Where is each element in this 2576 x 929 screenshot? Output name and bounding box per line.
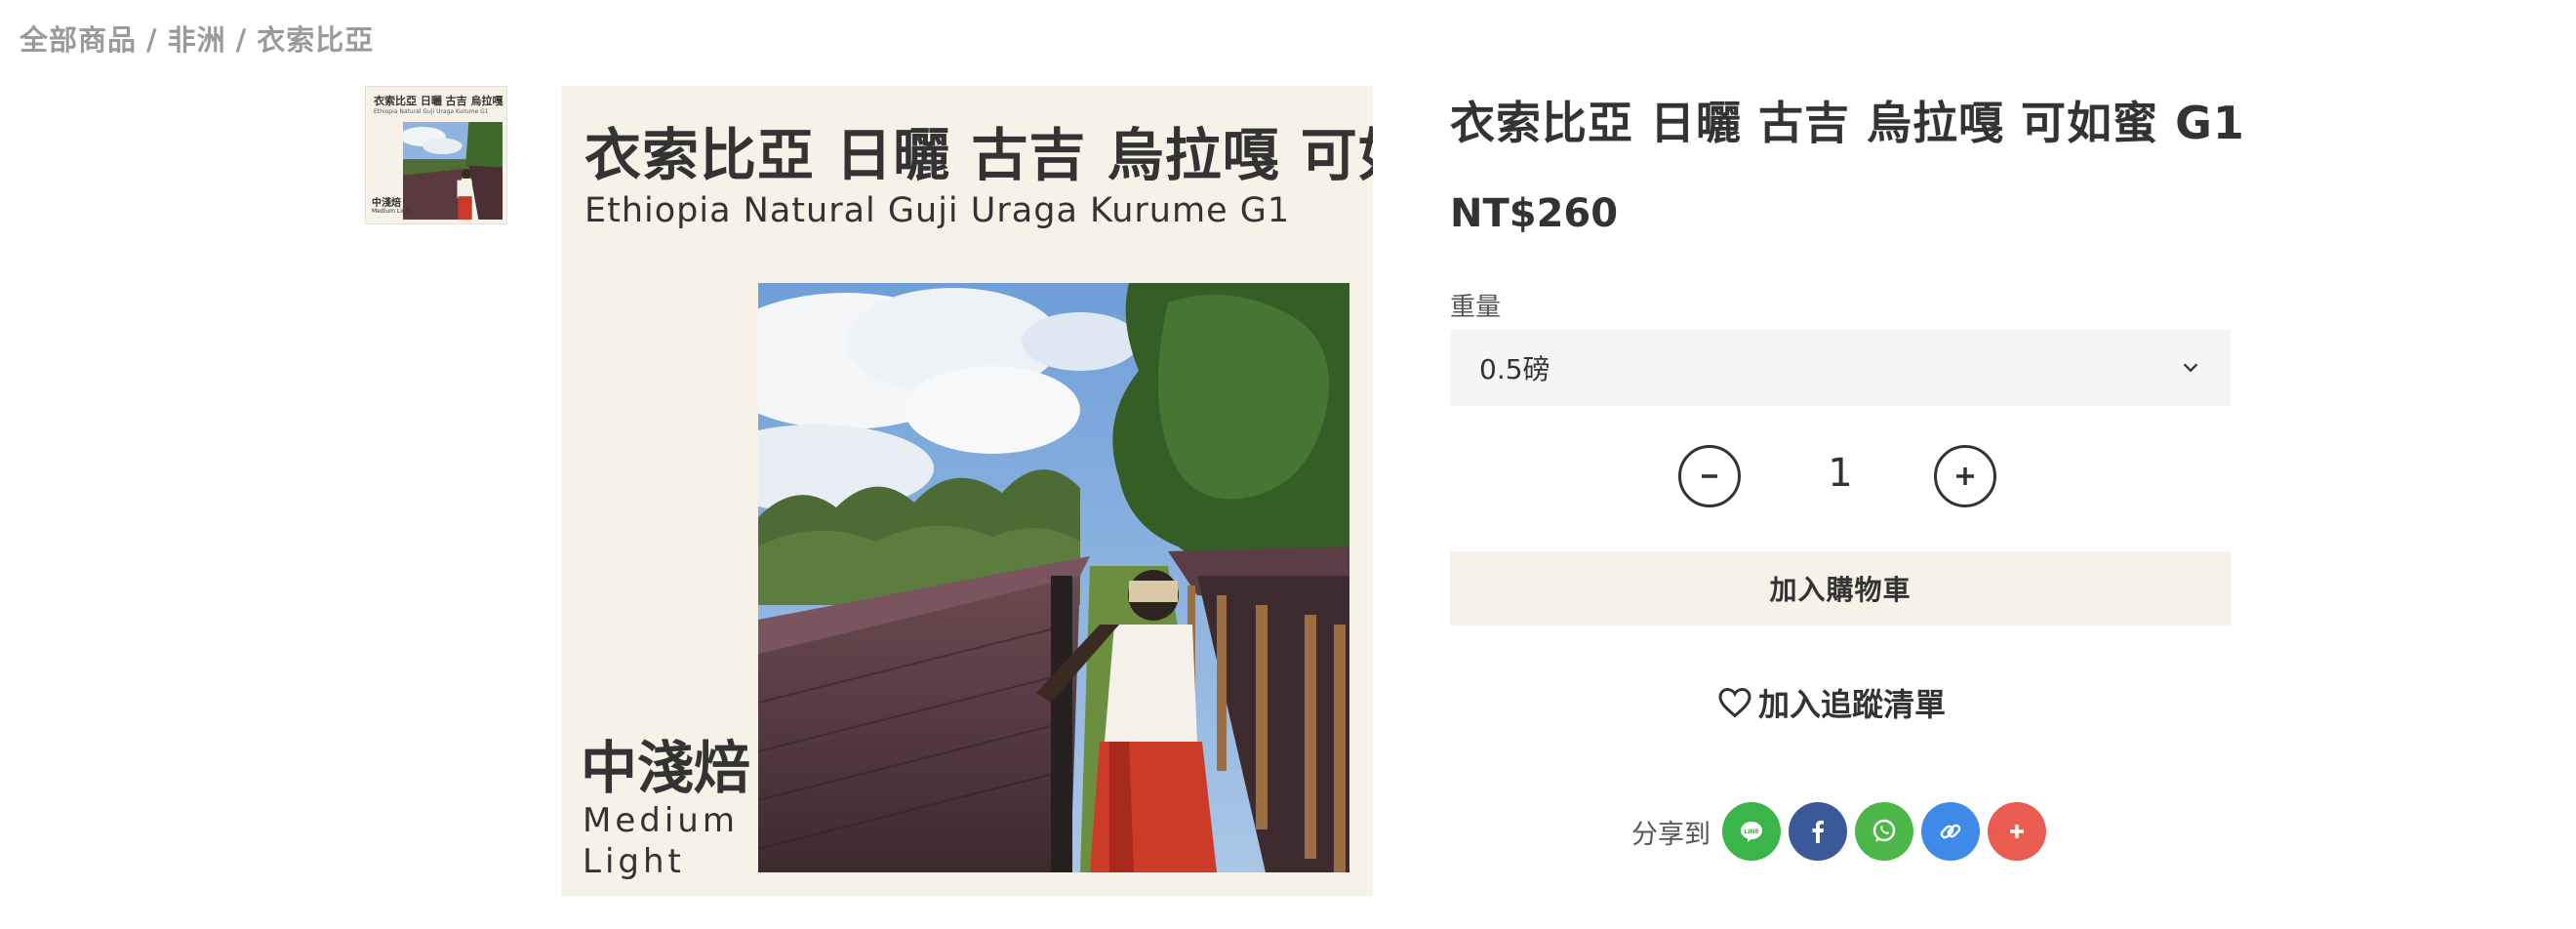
image-roast-en: Medium Light [583,801,739,881]
product-price: NT$260 [1450,191,1619,236]
share-line-button[interactable]: LINE [1722,802,1781,861]
line-icon: LINE [1741,822,1762,842]
breadcrumb-all-products[interactable]: 全部商品 [20,23,137,57]
plus-icon [1956,467,1974,485]
breadcrumb: 全部商品 / 非洲 / 衣索比亞 [20,18,374,59]
weight-select[interactable]: 0.5磅 [1450,330,2231,406]
plus-icon [2010,825,2024,838]
quantity-increase-button[interactable] [1934,445,1996,507]
product-title: 衣索比亞 日曬 古吉 烏拉嘎 可如蜜 G1 [1450,97,2245,149]
chevron-down-icon [2183,363,2198,373]
whatsapp-icon [1872,819,1896,842]
thumbnail-roast-en: Medium Light [372,208,412,215]
weight-label: 重量 [1450,293,1502,322]
add-to-cart-button[interactable]: 加入購物車 [1450,551,2231,626]
breadcrumb-separator: / [235,23,248,57]
thumbnail-roast-cn: 中淺焙 [372,198,401,209]
svg-text:LINE: LINE [1744,828,1758,835]
wishlist-label: 加入追蹤清單 [1758,686,1947,723]
image-title-en: Ethiopia Natural Guji Uraga Kurume G1 [584,191,1291,230]
share-label: 分享到 [1631,819,1711,850]
thumbnail-photo [403,122,503,220]
quantity-decrease-button[interactable] [1678,445,1741,507]
thumbnail-title-cn: 衣索比亞 日曬 古吉 烏拉嘎 可如蜜 [374,95,506,107]
breadcrumb-africa[interactable]: 非洲 [168,23,226,57]
image-title-cn: 衣索比亞 日曬 古吉 烏拉嘎 可如蜜 [584,122,1373,188]
heart-icon [1718,687,1751,718]
share-whatsapp-button[interactable] [1855,802,1913,861]
product-thumbnail[interactable]: 衣索比亞 日曬 古吉 烏拉嘎 可如蜜 Ethiopia Natural Guji… [365,86,507,224]
link-icon [1940,824,1961,839]
add-to-wishlist-button[interactable]: 加入追蹤清單 [1717,679,1946,726]
share-facebook-button[interactable] [1789,802,1847,861]
image-roast-cn: 中淺焙 [581,735,751,801]
share-bar: 分享到 LINE [1631,800,2054,863]
thumbnail-title-en: Ethiopia Natural Guji Uraga Kurume G1 [374,108,489,115]
share-copy-link-button[interactable] [1921,802,1980,861]
facebook-icon [1812,820,1824,843]
minus-icon [1702,474,1717,478]
breadcrumb-ethiopia[interactable]: 衣索比亞 [257,23,374,57]
product-main-image: 衣索比亞 日曬 古吉 烏拉嘎 可如蜜 Ethiopia Natural Guji… [561,86,1373,896]
quantity-stepper: 1 [1678,445,2002,513]
share-more-button[interactable] [1988,802,2046,861]
quantity-value[interactable]: 1 [1795,451,1885,496]
weight-selected-value: 0.5磅 [1479,353,1550,385]
product-photo [758,283,1349,872]
breadcrumb-separator: / [146,23,158,57]
